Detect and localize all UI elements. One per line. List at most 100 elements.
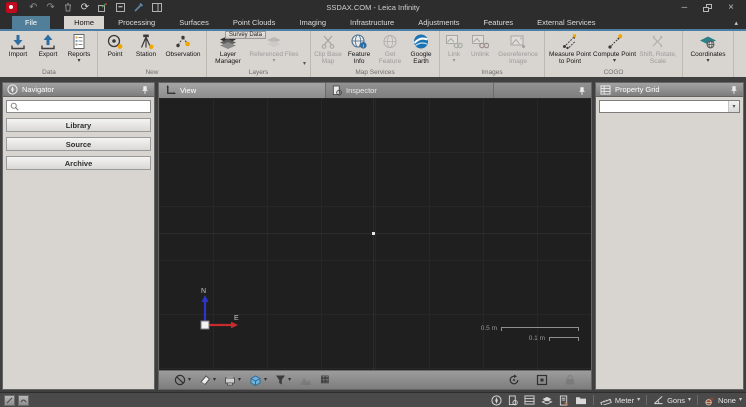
navigator-title: Navigator xyxy=(22,85,54,94)
report-toggle-icon[interactable] xyxy=(559,395,569,406)
ruler-icon xyxy=(600,396,612,405)
new-observation-label: Observation xyxy=(162,51,204,58)
tab-processing[interactable]: Processing xyxy=(108,16,165,29)
dropdown-arrow-icon: ▾ xyxy=(213,377,216,383)
restore-button[interactable] xyxy=(703,4,712,12)
navigator-section-source[interactable]: Source xyxy=(6,137,151,151)
layer-manager-label: Layer Manager xyxy=(209,51,247,66)
scale-bars: 0.5 m 0.1 m xyxy=(481,322,579,342)
shift-rotate-scale-button[interactable]: Shift, Rotate, Scale xyxy=(636,32,680,68)
view-lock-button[interactable] xyxy=(561,373,579,387)
layers-more-dropdown[interactable]: ▾ xyxy=(301,60,308,68)
measure-point-to-point-label: Measure Point to Point xyxy=(547,51,593,66)
tab-file[interactable]: File xyxy=(12,16,50,29)
property-grid-panel: Property Grid ▾ xyxy=(595,82,744,390)
georeference-image-button[interactable]: Georeference Image xyxy=(494,32,542,68)
reset-rotation-button[interactable] xyxy=(505,373,523,387)
station-icon xyxy=(137,33,155,50)
close-button[interactable]: × xyxy=(728,3,734,13)
compute-point-icon xyxy=(606,33,624,50)
send-to-field-icon[interactable] xyxy=(98,3,107,12)
select-tool-button[interactable]: ▾ xyxy=(196,373,219,387)
statusbar-mini-button-2[interactable] xyxy=(18,395,29,406)
snap-settings-button[interactable]: ▾ xyxy=(171,373,194,387)
app-logo-icon[interactable] xyxy=(6,2,17,13)
get-feature-icon xyxy=(381,33,399,50)
dropdown-arrow-icon: ▾ xyxy=(453,58,456,64)
import-button[interactable]: Import xyxy=(3,32,33,68)
google-earth-label: Google Earth xyxy=(405,51,437,66)
sync-icon[interactable]: ⟳ xyxy=(81,3,89,13)
zoom-extents-button[interactable] xyxy=(533,373,551,387)
grid-toggle-button[interactable]: ▦ xyxy=(317,374,332,386)
link-image-button[interactable]: Link ▾ xyxy=(442,32,466,68)
new-station-button[interactable]: Station xyxy=(130,32,162,68)
clip-base-map-label: Clip Base Map xyxy=(313,51,343,66)
reports-button[interactable]: Reports ▾ xyxy=(63,32,95,68)
tab-features[interactable]: Features xyxy=(474,16,524,29)
navigator-header[interactable]: Navigator xyxy=(2,82,155,97)
property-grid-toggle-icon[interactable] xyxy=(524,395,535,405)
search-icon xyxy=(10,102,19,111)
navigator-section-library[interactable]: Library xyxy=(6,118,151,132)
window-layout-icon[interactable] xyxy=(152,3,162,12)
google-earth-button[interactable]: Google Earth xyxy=(405,32,437,68)
pin-icon[interactable] xyxy=(577,86,587,96)
filter-button[interactable]: ▾ xyxy=(272,373,294,387)
distance-unit-dropdown[interactable]: Meter ▾ xyxy=(600,396,640,405)
tab-point-clouds[interactable]: Point Clouds xyxy=(223,16,286,29)
coordinates-button[interactable]: Coordinates ▾ xyxy=(685,32,731,68)
tab-inspector[interactable]: Inspector xyxy=(326,83,494,98)
object-selector-combobox[interactable]: ▾ xyxy=(599,100,740,113)
tools-icon[interactable] xyxy=(134,3,143,12)
tab-view[interactable]: View xyxy=(159,83,326,98)
statusbar-mini-button-1[interactable] xyxy=(4,395,15,406)
get-feature-button[interactable]: Get Feature xyxy=(375,32,405,68)
navigator-toggle-icon[interactable] xyxy=(491,395,502,406)
property-grid-header[interactable]: Property Grid xyxy=(595,82,744,97)
navigator-searchbox[interactable] xyxy=(6,100,151,113)
tab-infrastructure[interactable]: Infrastructure xyxy=(340,16,404,29)
chevron-down-icon[interactable]: ▾ xyxy=(728,101,739,112)
view-mode-3d-button[interactable]: ▾ xyxy=(246,373,270,388)
export-button[interactable]: Export xyxy=(33,32,63,68)
minimize-button[interactable]: – xyxy=(682,3,688,13)
archive-box-icon[interactable] xyxy=(116,3,125,12)
tab-external-services[interactable]: External Services xyxy=(527,16,605,29)
inspector-toggle-icon[interactable] xyxy=(508,395,518,406)
navigator-section-archive[interactable]: Archive xyxy=(6,156,151,170)
compute-point-button[interactable]: Compute Point ▾ xyxy=(593,32,636,68)
background-image-button[interactable] xyxy=(296,374,315,387)
quick-access-toolbar: ↶ ↷ ⟳ xyxy=(29,3,162,13)
undo-icon[interactable]: ↶ xyxy=(29,3,37,13)
redo-icon[interactable]: ↷ xyxy=(46,3,54,13)
coordinate-system-dropdown[interactable]: None ▾ xyxy=(704,395,742,406)
angle-unit-dropdown[interactable]: Gons ▾ xyxy=(653,395,691,405)
clip-base-map-button[interactable]: Clip Base Map xyxy=(313,32,343,68)
measure-point-to-point-button[interactable]: Measure Point to Point xyxy=(547,32,593,68)
pin-icon[interactable] xyxy=(140,85,150,95)
delete-icon[interactable] xyxy=(64,3,72,12)
tab-home[interactable]: Home xyxy=(64,16,104,29)
import-icon xyxy=(9,33,27,50)
project-toggle-icon[interactable] xyxy=(575,395,587,405)
pin-icon[interactable] xyxy=(729,85,739,95)
new-point-button[interactable]: Point xyxy=(100,32,130,68)
ribbon-group-map-services: Clip Base Map i Feature Info Get Feature… xyxy=(311,31,440,77)
inspector-icon xyxy=(332,85,342,96)
tab-imaging[interactable]: Imaging xyxy=(289,16,336,29)
ribbon: Import Export Reports ▾ Data xyxy=(0,31,746,77)
new-observation-button[interactable]: Observation xyxy=(162,32,204,68)
tab-surfaces[interactable]: Surfaces xyxy=(169,16,219,29)
tab-adjustments[interactable]: Adjustments xyxy=(408,16,469,29)
search-input[interactable] xyxy=(22,103,147,110)
map-viewport[interactable]: N E 0.5 m 0.1 m xyxy=(159,98,591,370)
east-axis-label: E xyxy=(234,315,239,322)
ribbon-collapse-icon[interactable]: ▴ xyxy=(734,19,738,29)
feature-info-button[interactable]: i Feature Info xyxy=(343,32,375,68)
unlink-image-button[interactable]: Unlink xyxy=(466,32,494,68)
layers-toggle-icon[interactable] xyxy=(541,395,553,406)
north-axis-label: N xyxy=(201,288,206,295)
display-settings-button[interactable]: ▾ xyxy=(221,373,244,387)
google-earth-icon xyxy=(412,33,430,50)
